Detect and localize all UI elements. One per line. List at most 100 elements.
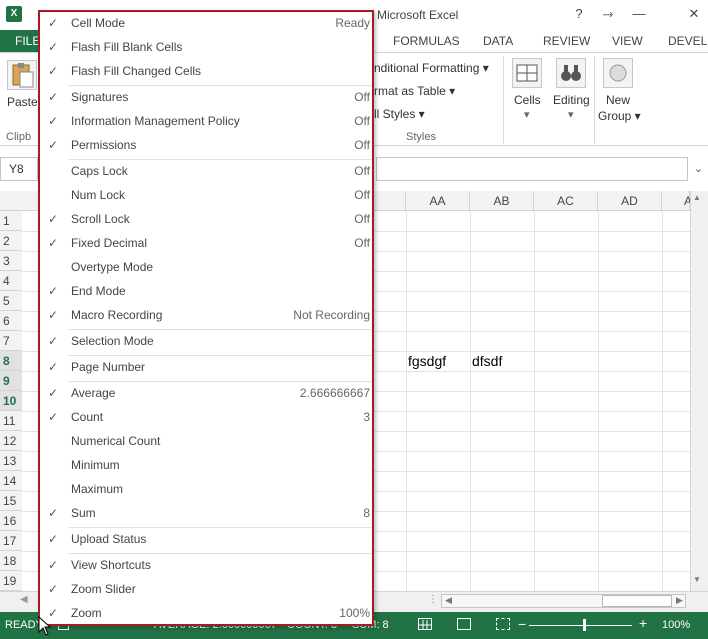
- ribbon-display-options-button[interactable]: ⤑: [600, 6, 616, 22]
- horizontal-scroll-thumb[interactable]: [602, 595, 672, 607]
- cell-ab8[interactable]: dfsdf: [472, 353, 502, 369]
- new-group-icon[interactable]: [603, 58, 633, 88]
- row-header-15[interactable]: 15: [0, 491, 22, 511]
- zoom-in-button[interactable]: +: [639, 615, 647, 631]
- row-header-13[interactable]: 13: [0, 451, 22, 471]
- minimize-button[interactable]: —: [631, 6, 647, 22]
- column-header-ab[interactable]: AB: [470, 191, 534, 211]
- scroll-down-icon[interactable]: ▼: [693, 575, 701, 584]
- menu-item-information-management-policy[interactable]: ✓ Information Management Policy Off: [40, 110, 372, 134]
- formula-input[interactable]: [376, 157, 688, 181]
- menu-item-value: Ready: [335, 16, 370, 30]
- menu-item-num-lock[interactable]: Num Lock Off: [40, 184, 372, 208]
- menu-item-zoom-slider[interactable]: ✓ Zoom Slider: [40, 578, 372, 602]
- tab-formulas[interactable]: FORMULAS: [393, 34, 460, 48]
- row-header-18[interactable]: 18: [0, 551, 22, 571]
- column-header-partial[interactable]: [374, 191, 406, 211]
- chevron-down-icon[interactable]: ▾: [524, 108, 530, 121]
- menu-item-signatures[interactable]: ✓ Signatures Off: [40, 86, 372, 110]
- row-header-11[interactable]: 11: [0, 411, 22, 431]
- help-button[interactable]: ?: [571, 6, 587, 22]
- menu-item-value: 2.666666667: [299, 386, 370, 400]
- menu-item-scroll-lock[interactable]: ✓ Scroll Lock Off: [40, 208, 372, 232]
- menu-item-upload-status[interactable]: ✓ Upload Status: [40, 528, 372, 552]
- name-box[interactable]: Y8: [0, 157, 38, 181]
- menu-item-sum[interactable]: ✓ Sum 8: [40, 502, 372, 526]
- chevron-down-icon[interactable]: ⌄: [689, 157, 708, 181]
- tab-view[interactable]: VIEW: [612, 34, 643, 48]
- menu-item-average[interactable]: ✓ Average 2.666666667: [40, 382, 372, 406]
- cell-aa8[interactable]: fgsdgf: [408, 353, 446, 369]
- row-header-17[interactable]: 17: [0, 531, 22, 551]
- column-header-ac[interactable]: AC: [534, 191, 598, 211]
- zoom-slider[interactable]: [529, 625, 632, 626]
- menu-item-overtype-mode[interactable]: Overtype Mode: [40, 256, 372, 280]
- menu-item-cell-mode[interactable]: ✓ Cell Mode Ready: [40, 12, 372, 36]
- more-options-icon[interactable]: ⋮: [428, 594, 438, 605]
- tab-developer[interactable]: DEVEL: [668, 34, 707, 48]
- row-header-19[interactable]: 19: [0, 571, 22, 591]
- zoom-out-button[interactable]: −: [518, 616, 526, 632]
- scroll-up-icon[interactable]: ▲: [693, 193, 701, 202]
- binoculars-icon[interactable]: [556, 58, 586, 88]
- row-header-10[interactable]: 10: [0, 391, 22, 411]
- row-header-16[interactable]: 16: [0, 511, 22, 531]
- row-header-4[interactable]: 4: [0, 271, 22, 291]
- menu-item-count[interactable]: ✓ Count 3: [40, 406, 372, 430]
- new-group-button-line1[interactable]: New: [606, 93, 630, 107]
- menu-item-zoom[interactable]: ✓ Zoom 100%: [40, 602, 372, 626]
- menu-item-page-number[interactable]: ✓ Page Number: [40, 356, 372, 380]
- scroll-left-icon[interactable]: ◀: [445, 595, 452, 606]
- menu-item-caps-lock[interactable]: Caps Lock Off: [40, 160, 372, 184]
- row-header-1[interactable]: 1: [0, 211, 22, 231]
- menu-item-permissions[interactable]: ✓ Permissions Off: [40, 134, 372, 158]
- tab-review[interactable]: REVIEW: [543, 34, 590, 48]
- menu-item-minimum[interactable]: Minimum: [40, 454, 372, 478]
- checkmark-icon: ✓: [48, 40, 59, 54]
- row-header-3[interactable]: 3: [0, 251, 22, 271]
- row-header-7[interactable]: 7: [0, 331, 22, 351]
- menu-item-maximum[interactable]: Maximum: [40, 478, 372, 502]
- menu-item-view-shortcuts[interactable]: ✓ View Shortcuts: [40, 554, 372, 578]
- row-header-8[interactable]: 8: [0, 351, 22, 371]
- menu-item-end-mode[interactable]: ✓ End Mode: [40, 280, 372, 304]
- normal-view-icon[interactable]: [418, 618, 432, 630]
- row-header-6[interactable]: 6: [0, 311, 22, 331]
- tab-data[interactable]: DATA: [483, 34, 513, 48]
- column-header-ad[interactable]: AD: [598, 191, 662, 211]
- column-header-aa[interactable]: AA: [406, 191, 470, 211]
- paste-icon[interactable]: [7, 60, 37, 90]
- zoom-slider-thumb[interactable]: [583, 619, 586, 631]
- chevron-down-icon[interactable]: ▾: [568, 108, 574, 121]
- page-break-view-icon[interactable]: [496, 618, 510, 630]
- column-header-partial-right[interactable]: A: [662, 191, 692, 211]
- scroll-right-icon[interactable]: ▶: [676, 595, 683, 606]
- menu-item-numerical-count[interactable]: Numerical Count: [40, 430, 372, 454]
- cells-button-label[interactable]: Cells: [514, 93, 541, 107]
- format-as-table-button[interactable]: rmat as Table ▾: [374, 84, 455, 98]
- vertical-scrollbar[interactable]: [690, 191, 708, 591]
- row-header-5[interactable]: 5: [0, 291, 22, 311]
- new-group-button-line2[interactable]: Group ▾: [598, 109, 641, 123]
- menu-item-value: Off: [354, 188, 370, 202]
- paste-button-label[interactable]: Paste: [7, 95, 38, 109]
- menu-item-label: Permissions: [71, 138, 137, 152]
- sheet-scroll-left-icon[interactable]: ◀: [20, 594, 28, 605]
- checkmark-icon: ✓: [48, 90, 59, 104]
- conditional-formatting-button[interactable]: nditional Formatting ▾: [374, 61, 489, 75]
- cell-styles-button[interactable]: ll Styles ▾: [374, 107, 425, 121]
- row-header-9[interactable]: 9: [0, 371, 22, 391]
- menu-item-fixed-decimal[interactable]: ✓ Fixed Decimal Off: [40, 232, 372, 256]
- menu-item-flash-fill-changed-cells[interactable]: ✓ Flash Fill Changed Cells: [40, 60, 372, 84]
- page-layout-view-icon[interactable]: [457, 618, 471, 630]
- row-header-2[interactable]: 2: [0, 231, 22, 251]
- row-header-12[interactable]: 12: [0, 431, 22, 451]
- menu-item-macro-recording[interactable]: ✓ Macro Recording Not Recording: [40, 304, 372, 328]
- menu-item-selection-mode[interactable]: ✓ Selection Mode: [40, 330, 372, 354]
- row-header-14[interactable]: 14: [0, 471, 22, 491]
- editing-button-label[interactable]: Editing: [553, 93, 590, 107]
- cells-icon[interactable]: [512, 58, 542, 88]
- close-button[interactable]: ✕: [686, 6, 702, 22]
- zoom-level[interactable]: 100%: [662, 619, 690, 631]
- menu-item-flash-fill-blank-cells[interactable]: ✓ Flash Fill Blank Cells: [40, 36, 372, 60]
